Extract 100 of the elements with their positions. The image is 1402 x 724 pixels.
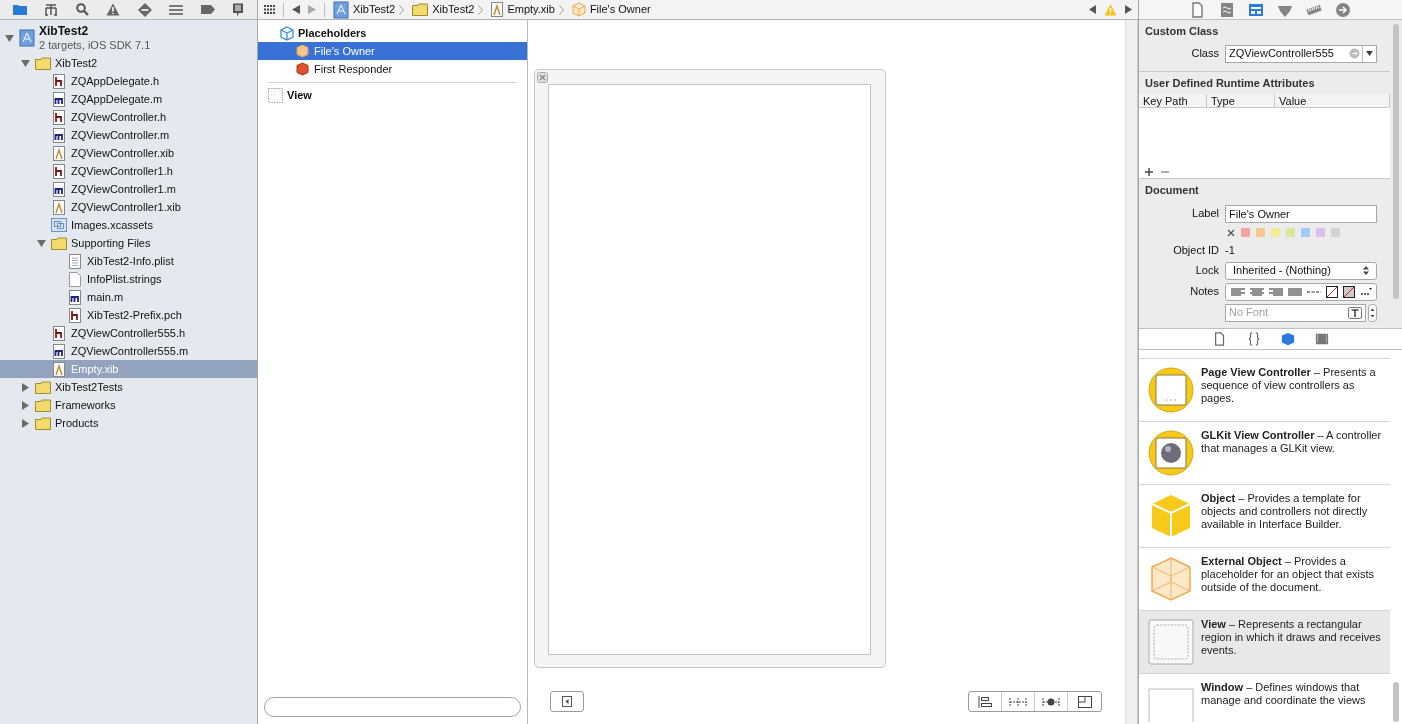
text-align-icon[interactable] <box>1249 287 1264 296</box>
interface-file-icon <box>52 199 65 215</box>
folder-icon[interactable] <box>12 4 27 15</box>
navigator-row[interactable]: ZQAppDelegate.h <box>0 72 257 90</box>
navigator-row[interactable]: Products <box>0 414 257 432</box>
disclosure-triangle-icon[interactable] <box>36 238 46 248</box>
file-icon[interactable] <box>1190 1 1206 18</box>
class-combo-box[interactable]: ZQViewController555 <box>1225 44 1377 63</box>
column-header[interactable]: Value <box>1275 94 1390 107</box>
breadcrumb[interactable]: File's Owner <box>571 1 651 18</box>
outline-item[interactable]: File's Owner <box>258 42 527 60</box>
remove-icon[interactable] <box>1161 168 1169 176</box>
navigator-row[interactable]: ZQViewController555.m <box>0 342 257 360</box>
library-item-description: View – Represents a rectangular region in which it draws and receives events. <box>1201 617 1382 657</box>
navigator-row[interactable]: ZQViewController.h <box>0 108 257 126</box>
tag-icon[interactable] <box>200 5 215 14</box>
navigator-row[interactable]: ZQAppDelegate.m <box>0 90 257 108</box>
braces-icon[interactable] <box>1246 331 1261 346</box>
list-icon[interactable] <box>169 4 184 15</box>
file-name: ZQAppDelegate.h <box>71 73 160 89</box>
field-label: Class <box>1190 46 1220 62</box>
more-icon[interactable] <box>1359 287 1372 296</box>
library-item[interactable]: Window – Defines windows that manage and coordinate the views <box>1139 672 1390 724</box>
disclosure-triangle-icon[interactable] <box>20 382 30 392</box>
text-align-icon[interactable] <box>1268 287 1283 296</box>
search-icon[interactable] <box>75 3 89 16</box>
arrow-circle-icon[interactable] <box>1335 1 1351 18</box>
library-item[interactable]: View – Represents a rectangular region in which it draws and receives events. <box>1139 609 1390 673</box>
outline-section-title[interactable]: Placeholders <box>298 24 367 42</box>
column-header[interactable]: Key Path <box>1139 94 1207 107</box>
file-name: ZQAppDelegate.m <box>71 91 163 107</box>
lock-popup-button[interactable]: Inherited - (Nothing) <box>1225 261 1377 280</box>
navigator-row[interactable]: Frameworks <box>0 396 257 414</box>
navigator-row[interactable]: ZQViewController.m <box>0 126 257 144</box>
breadcrumb[interactable]: XibTest2 <box>412 1 475 18</box>
outline-toggle-button[interactable] <box>550 691 584 712</box>
scrollbar-thumb[interactable] <box>1393 24 1399 299</box>
cube-icon[interactable] <box>1280 331 1295 346</box>
breadcrumb[interactable]: XibTest2 <box>333 0 396 19</box>
label-color-swatch[interactable] <box>1271 228 1280 237</box>
font-picker-icon[interactable] <box>1348 306 1362 319</box>
no-background-icon[interactable] <box>1342 285 1355 298</box>
grid-icon[interactable] <box>264 5 275 14</box>
navigator-row[interactable]: XibTest2-Info.plist <box>0 252 257 270</box>
next-issue-icon[interactable] <box>1125 5 1132 14</box>
text-align-icon[interactable] <box>1230 287 1245 296</box>
clear-icon[interactable] <box>1227 228 1235 237</box>
label-color-swatch[interactable] <box>1286 228 1295 237</box>
filter-field[interactable] <box>264 697 521 717</box>
speech-bubble-icon[interactable] <box>232 2 245 17</box>
file-name: ZQViewController.h <box>71 109 167 125</box>
navigator-row[interactable]: ZQViewController1.m <box>0 180 257 198</box>
navigator-row[interactable]: Supporting Files <box>0 234 257 252</box>
disclosure-triangle-icon[interactable] <box>20 418 30 428</box>
dropdown-arrow-icon[interactable] <box>1366 51 1373 56</box>
navigator-row[interactable]: main.m <box>0 288 257 306</box>
scrollbar-thumb[interactable] <box>1393 682 1399 722</box>
navigator-row[interactable]: InfoPlist.strings <box>0 270 257 288</box>
column-header[interactable]: Type <box>1207 94 1275 107</box>
navigator-row[interactable]: ZQViewController.xib <box>0 144 257 162</box>
label-color-swatch[interactable] <box>1331 228 1340 237</box>
warning-icon[interactable] <box>106 3 121 16</box>
navigator-row[interactable]: XibTest2-Prefix.pch <box>0 306 257 324</box>
navigator-row[interactable]: ZQViewController1.h <box>0 162 257 180</box>
label-field[interactable]: File's Owner <box>1225 204 1377 223</box>
label-color-swatch[interactable] <box>1301 228 1310 237</box>
back-arrow-icon[interactable] <box>292 5 300 14</box>
panel-toggle-icon <box>562 696 572 707</box>
breadcrumb[interactable]: Empty.xib <box>491 1 555 18</box>
navigator-row[interactable]: Images.xcassets <box>0 216 257 234</box>
navigator-row[interactable]: XibTest2 <box>0 54 257 72</box>
field-label: Label <box>1191 206 1220 222</box>
add-icon[interactable] <box>1145 168 1153 176</box>
navigator-row[interactable]: XibTest2 2 targets, iOS SDK 7.1 <box>0 22 257 54</box>
text-align-icon[interactable] <box>1287 287 1302 296</box>
disclosure-triangle-icon[interactable] <box>20 400 30 410</box>
label-color-swatch[interactable] <box>1241 228 1250 237</box>
hierarchy-icon[interactable] <box>44 3 59 16</box>
navigator-row[interactable]: ZQViewController1.xib <box>0 198 257 216</box>
previous-issue-icon[interactable] <box>1089 5 1096 14</box>
label-color-swatch[interactable] <box>1316 228 1325 237</box>
stepper-icon[interactable] <box>1368 303 1377 322</box>
navigator-row[interactable]: XibTest2Tests <box>0 378 257 396</box>
file-icon[interactable] <box>1212 331 1227 346</box>
navigator-row[interactable]: ZQViewController555.h <box>0 324 257 342</box>
no-color-icon[interactable] <box>1325 285 1338 298</box>
close-icon[interactable] <box>537 72 548 83</box>
source-file-icon <box>52 109 65 125</box>
disclosure-triangle-icon[interactable] <box>20 58 30 68</box>
source-file-icon <box>52 91 65 107</box>
outline-item[interactable]: First Responder <box>258 60 527 78</box>
library-item-description: Window – Defines windows that manage and coordinate the views <box>1201 680 1367 707</box>
document-icon <box>68 271 81 287</box>
source-file-icon <box>52 127 65 143</box>
film-strip-icon[interactable] <box>1314 331 1329 346</box>
outline-section-title[interactable]: View <box>287 86 312 104</box>
label-color-swatch[interactable] <box>1256 228 1265 237</box>
identity-icon[interactable] <box>1248 1 1264 18</box>
breakpoint-diamond-icon[interactable] <box>137 2 152 17</box>
disclosure-triangle-icon[interactable] <box>4 33 14 43</box>
